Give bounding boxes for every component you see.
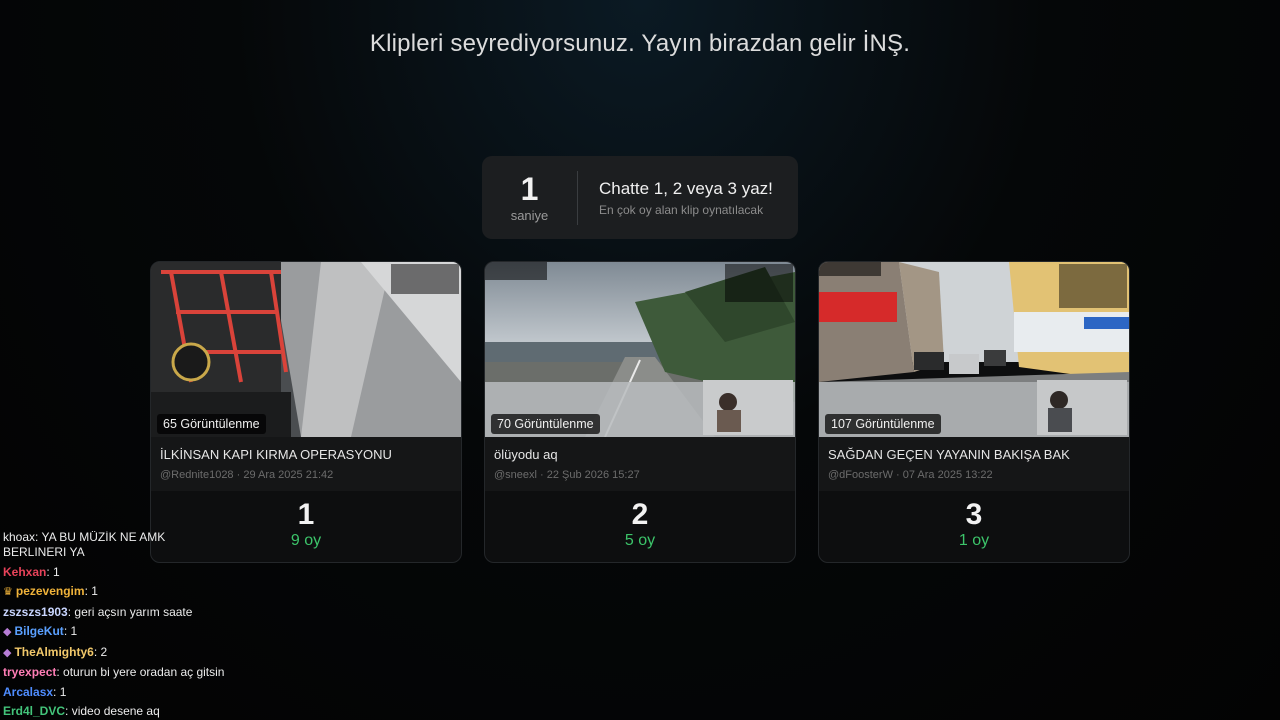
chat-message: Erd4l_DVC: video desene aq: [3, 702, 303, 720]
view-count: 107 Görüntülenme: [825, 414, 941, 434]
thumbnail-image: [485, 262, 795, 437]
vote-number: 1: [297, 498, 315, 531]
clip-thumbnail[interactable]: 107 Görüntülenme: [819, 262, 1129, 437]
chat-username[interactable]: Erd4l_DVC: [3, 704, 65, 718]
countdown-instructions: Chatte 1, 2 veya 3 yaz! En çok oy alan k…: [578, 179, 773, 217]
clip-thumbnail[interactable]: 65 Görüntülenme: [151, 262, 461, 437]
clip-meta: SAĞDAN GEÇEN YAYANIN BAKIŞA BAK @dFooste…: [819, 437, 1129, 491]
chat-username[interactable]: Kehxan: [3, 565, 46, 579]
crown-icon: ♛: [3, 586, 13, 598]
chat-message: Arcalasx: 1: [3, 683, 303, 703]
chat-separator: :: [53, 684, 60, 699]
chat-message: zszszs1903: geri açsın yarım saate: [3, 603, 303, 623]
clip-card-3[interactable]: 107 Görüntülenme SAĞDAN GEÇEN YAYANIN BA…: [818, 261, 1130, 563]
chat-text: video desene aq: [71, 704, 160, 718]
chat-text: BERLINERI YA: [3, 545, 85, 559]
chat-username[interactable]: BilgeKut: [14, 624, 63, 638]
countdown-timer: 1 saniye: [482, 170, 578, 225]
clip-meta: İLKİNSAN KAPI KIRMA OPERASYONU @Rednite1…: [151, 437, 461, 491]
chat-message-list: BERLINERI YA Kehxan: 1 ♛ pezevengim: 1 zszsz…: [3, 543, 303, 720]
vote-count: 1 oy: [958, 532, 990, 549]
clip-thumbnail[interactable]: 70 Görüntülenme: [485, 262, 795, 437]
chat-message: khoax: YA BU MÜZİK NE AMK: [3, 531, 303, 543]
vote-box: 2 5 oy: [485, 499, 795, 550]
chat-text: 1: [53, 564, 60, 579]
chat-message: ◆ TheAlmighty6: 2: [3, 643, 303, 664]
clip-meta: ölüyodu aq @sneexl · 22 Şub 2026 15:27: [485, 437, 795, 491]
chat-text: 2: [100, 644, 108, 659]
view-count: 70 Görüntülenme: [491, 414, 600, 434]
countdown-number: 1: [520, 171, 539, 207]
chat-message: ◆ BilgeKut: 1: [3, 622, 303, 643]
chat-message: ♛ pezevengim: 1: [3, 582, 303, 603]
badge-icon: ◆: [3, 626, 12, 638]
chat-username[interactable]: pezevengim: [16, 584, 85, 598]
thumbnail-image: [151, 262, 461, 437]
countdown-unit: saniye: [510, 208, 549, 223]
clip-card-2[interactable]: 70 Görüntülenme ölüyodu aq @sneexl · 22 …: [484, 261, 796, 563]
chat-text: 1: [91, 584, 98, 598]
chat-message: tryexpect: oturun bi yere oradan aç gits…: [3, 663, 303, 683]
chat-text: geri açsın yarım saate: [74, 604, 193, 619]
clip-card-1[interactable]: 65 Görüntülenme İLKİNSAN KAPI KIRMA OPER…: [150, 261, 462, 563]
chat-text: 1: [70, 624, 78, 638]
vote-number: 3: [965, 498, 983, 531]
chat-message: BERLINERI YA: [3, 543, 303, 563]
vote-box: 3 1 oy: [819, 499, 1129, 550]
countdown-panel: 1 saniye Chatte 1, 2 veya 3 yaz! En çok …: [482, 156, 798, 239]
clip-author-date: @dFoosterW · 07 Ara 2025 13:22: [828, 469, 993, 481]
chat-username[interactable]: TheAlmighty6: [14, 645, 93, 659]
clip-author-date: @sneexl · 22 Şub 2026 15:27: [494, 469, 640, 481]
chat-username[interactable]: tryexpect: [3, 665, 56, 679]
chat-separator: :: [65, 704, 72, 718]
clip-author-date: @Rednite1028 · 29 Ara 2025 21:42: [160, 469, 334, 481]
chat-text: 1: [59, 684, 67, 699]
view-count: 65 Görüntülenme: [157, 414, 266, 434]
clip-title: İLKİNSAN KAPI KIRMA OPERASYONU: [160, 447, 392, 462]
chat-text: oturun bi yere oradan aç gitsin: [63, 665, 225, 679]
page-headline: Klipleri seyrediyorsunuz. Yayın birazdan…: [369, 30, 911, 57]
chat-username[interactable]: zszszs1903: [3, 605, 68, 619]
clip-title: SAĞDAN GEÇEN YAYANIN BAKIŞA BAK: [828, 447, 1070, 462]
clip-title: ölüyodu aq: [494, 447, 558, 462]
chat-partial-text: khoax: YA BU MÜZİK NE AMK: [3, 531, 166, 543]
vote-number: 2: [631, 498, 649, 531]
countdown-subtitle: En çok oy alan klip oynatılacak: [599, 202, 764, 217]
vote-count: 5 oy: [624, 532, 656, 549]
chat-message: Kehxan: 1: [3, 563, 303, 583]
chat-username[interactable]: Arcalasx: [3, 685, 53, 699]
thumbnail-image: [819, 262, 1129, 437]
clip-voting-screen: Klipleri seyrediyorsunuz. Yayın birazdan…: [0, 0, 1280, 720]
countdown-title: Chatte 1, 2 veya 3 yaz!: [599, 178, 773, 198]
badge-icon: ◆: [3, 646, 12, 659]
chat-overlay: khoax: YA BU MÜZİK NE AMK BERLINERI YA Ke…: [3, 531, 303, 720]
